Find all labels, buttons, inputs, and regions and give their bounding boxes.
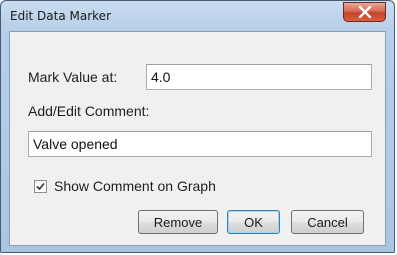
window-title: Edit Data Marker xyxy=(10,9,111,23)
title-bar[interactable]: Edit Data Marker xyxy=(1,1,394,31)
comment-input[interactable] xyxy=(28,131,372,157)
checkmark-icon xyxy=(36,182,45,191)
show-comment-checkbox[interactable] xyxy=(34,180,47,193)
show-comment-label[interactable]: Show Comment on Graph xyxy=(54,178,216,194)
close-button[interactable] xyxy=(343,2,386,22)
close-icon xyxy=(358,6,371,18)
mark-value-input[interactable] xyxy=(146,64,372,90)
remove-button[interactable]: Remove xyxy=(138,210,218,234)
edit-data-marker-window: Edit Data Marker Mark Value at: Add/Edit… xyxy=(0,0,395,253)
cancel-button[interactable]: Cancel xyxy=(291,210,364,234)
ok-button[interactable]: OK xyxy=(227,210,280,234)
mark-value-label: Mark Value at: xyxy=(28,69,118,85)
comment-label: Add/Edit Comment: xyxy=(28,103,150,119)
dialog-body: Mark Value at: Add/Edit Comment: Show Co… xyxy=(9,31,386,246)
